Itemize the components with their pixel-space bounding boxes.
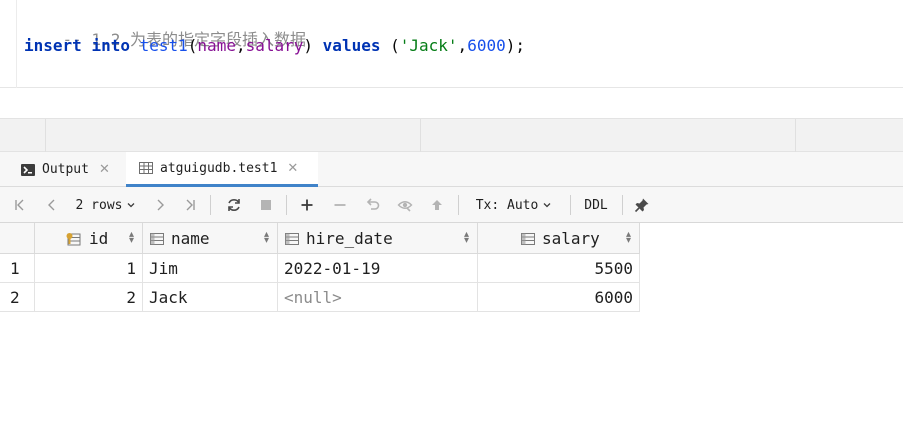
ddl-button[interactable]: DDL: [578, 187, 614, 223]
key-column-icon: [65, 231, 83, 247]
results-toolbar: 2 rows Tx: Auto DDL: [0, 187, 903, 223]
grid-header-row: id ▴ ▾ name ▴ ▾ hire_date ▴ ▾ salary ▴ ▾: [0, 223, 640, 254]
toolbar-separator: [570, 195, 571, 215]
code-line-insert: insert into test1(name,salary) values ('…: [24, 35, 525, 57]
column-icon: [284, 231, 300, 247]
sort-icon[interactable]: ▴ ▾: [626, 230, 631, 246]
results-tab-bar: Output ✕ atguigudb.test1 ✕: [0, 152, 903, 187]
kw-insert: insert: [24, 36, 82, 55]
comma: ,: [235, 36, 246, 55]
row-number-header: [0, 223, 35, 254]
chevron-down-icon: [542, 200, 552, 210]
submit-arrow-up-icon[interactable]: [425, 187, 449, 223]
tab-table-label: atguigudb.test1: [160, 160, 278, 176]
last-page-icon[interactable]: [178, 187, 202, 223]
row-number: 2: [0, 283, 35, 311]
stop-icon[interactable]: [254, 187, 278, 223]
services-strip: [0, 118, 903, 153]
delete-row-icon[interactable]: [328, 187, 352, 223]
tab-atguigudb-test1[interactable]: atguigudb.test1 ✕: [126, 152, 318, 187]
comma: ,: [457, 36, 468, 55]
open-paren: (: [187, 36, 198, 55]
strip-divider: [420, 119, 421, 153]
values-open-paren: (: [390, 36, 400, 55]
table-icon: [138, 160, 154, 176]
rows-count-label: 2 rows: [75, 197, 123, 213]
refresh-icon[interactable]: [222, 187, 246, 223]
sql-editor[interactable]: -- 1.2 为表的指定字段插入数据 insert into test1(nam…: [0, 0, 903, 88]
console-icon: [20, 162, 36, 178]
first-page-icon[interactable]: [8, 187, 32, 223]
table-name: test1: [139, 36, 188, 55]
column-icon: [520, 231, 536, 247]
preview-pending-changes-icon[interactable]: [393, 187, 417, 223]
column-header-id[interactable]: id ▴ ▾: [35, 223, 143, 254]
number-literal: 6000: [467, 36, 506, 55]
toolbar-separator: [458, 195, 459, 215]
sort-icon[interactable]: ▴ ▾: [129, 230, 134, 246]
string-literal: 'Jack': [399, 36, 458, 55]
column-icon: [149, 231, 165, 247]
transaction-mode-dropdown[interactable]: Tx: Auto: [468, 187, 560, 223]
close-icon[interactable]: ✕: [99, 162, 110, 177]
page-size-dropdown[interactable]: 2 rows: [70, 187, 142, 223]
tab-output-label: Output: [42, 162, 89, 177]
cell-name[interactable]: Jack: [143, 283, 278, 311]
cell-name[interactable]: Jim: [143, 254, 278, 282]
cell-id[interactable]: 1: [35, 254, 143, 282]
column-header-salary[interactable]: salary ▴ ▾: [478, 223, 640, 254]
cell-hire-date[interactable]: <null>: [278, 283, 478, 311]
column-name-hire-date: hire_date: [306, 229, 393, 248]
kw-into: into: [91, 36, 130, 55]
cell-hire-date[interactable]: 2022-01-19: [278, 254, 478, 282]
editor-gutter-divider: [16, 0, 17, 88]
column-name-salary: salary: [542, 229, 600, 248]
close-icon[interactable]: ✕: [287, 161, 298, 176]
pin-icon[interactable]: [630, 187, 654, 223]
tab-output[interactable]: Output ✕: [12, 152, 120, 187]
table-row[interactable]: 2 2 Jack <null> 6000: [0, 283, 640, 312]
editor-bottom-space: [0, 88, 903, 118]
chevron-down-icon: [126, 200, 136, 210]
strip-divider: [795, 119, 796, 153]
cell-salary[interactable]: 6000: [478, 283, 640, 311]
ddl-label: DDL: [584, 197, 608, 213]
toolbar-separator: [286, 195, 287, 215]
column-salary: salary: [245, 36, 304, 55]
previous-page-icon[interactable]: [40, 187, 64, 223]
tx-mode-label: Tx: Auto: [475, 197, 539, 213]
column-name-name: name: [171, 229, 210, 248]
values-close: );: [505, 36, 525, 55]
column-header-name[interactable]: name ▴ ▾: [143, 223, 278, 254]
sort-icon[interactable]: ▴ ▾: [264, 230, 269, 246]
toolbar-separator: [210, 195, 211, 215]
toolbar-separator: [622, 195, 623, 215]
column-name: name: [197, 36, 236, 55]
strip-divider: [45, 119, 46, 153]
next-page-icon[interactable]: [148, 187, 172, 223]
column-name-id: id: [89, 229, 109, 248]
add-row-icon[interactable]: [295, 187, 319, 223]
table-row[interactable]: 1 1 Jim 2022-01-19 5500: [0, 254, 640, 283]
kw-values: values: [322, 36, 381, 55]
close-paren: ): [303, 36, 314, 55]
column-header-hire-date[interactable]: hire_date ▴ ▾: [278, 223, 478, 254]
cell-salary[interactable]: 5500: [478, 254, 640, 282]
revert-icon[interactable]: [361, 187, 385, 223]
sort-icon[interactable]: ▴ ▾: [464, 230, 469, 246]
cell-id[interactable]: 2: [35, 283, 143, 311]
row-number: 1: [0, 254, 35, 282]
